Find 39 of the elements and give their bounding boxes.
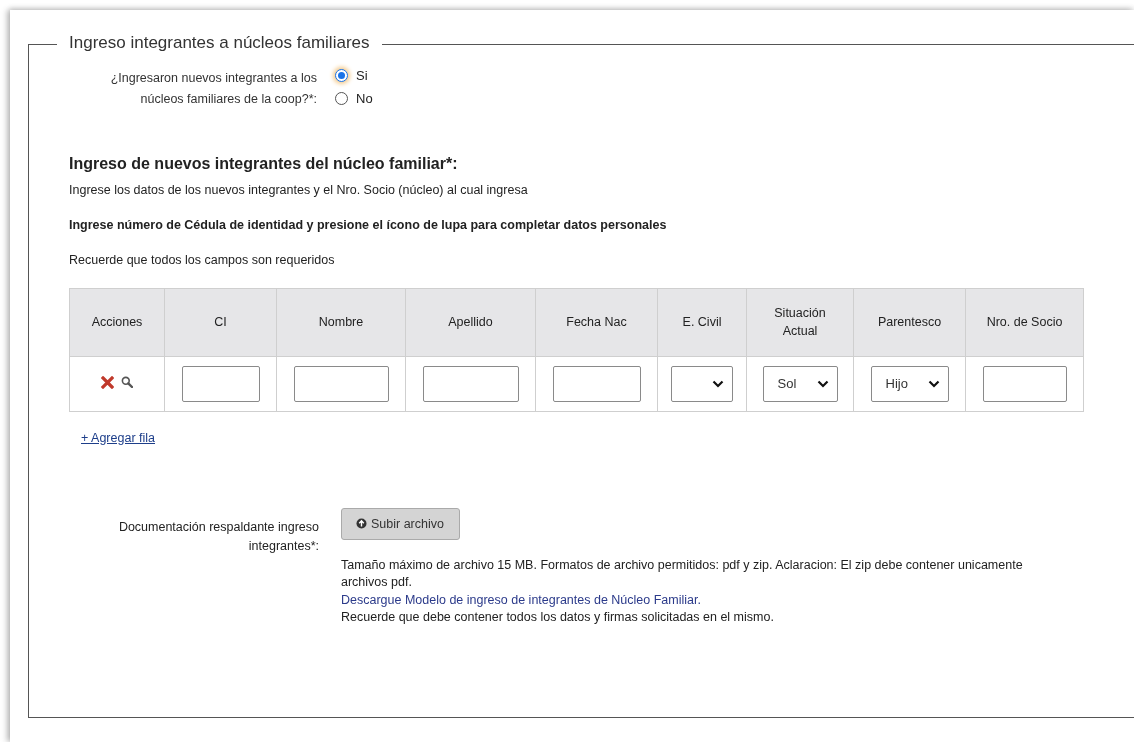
column-header: E. Civil — [657, 288, 747, 356]
column-header: Apellido — [405, 288, 536, 356]
upload-button[interactable]: Subir archivo — [341, 507, 460, 540]
upload-note: Recuerde que debe contener todos los datos y firmas solicitadas en el mismo. — [341, 609, 774, 626]
column-header: Nro. de Socio — [965, 288, 1084, 356]
text-field[interactable] — [293, 365, 389, 402]
instruction-text: Recuerde que todos los campos son requeridos — [69, 252, 336, 267]
upload-icon — [356, 518, 367, 529]
chevron-down-icon — [816, 379, 829, 388]
question-label: ¿Ingresaron nuevos integrantes a los núcleos familiares de la coop?*: — [109, 70, 317, 109]
radio-button[interactable] — [335, 92, 348, 105]
upload-help-text: Tamaño máximo de archivo 15 MB. Formatos de archivo permitidos: pdf y zip. Aclaracion: El zip debe contener unicamente archivos pdf. — [341, 556, 1024, 591]
column-header: CI — [164, 288, 277, 356]
fieldset-legend: Ingreso integrantes a núcleos familiares — [57, 33, 382, 53]
search-icon[interactable] — [121, 376, 133, 388]
dropdown[interactable]: Hijo — [870, 365, 949, 402]
column-header: Nombre — [276, 288, 406, 356]
chevron-down-icon — [712, 379, 724, 388]
radio-button[interactable] — [335, 69, 348, 82]
dropdown[interactable] — [671, 365, 733, 402]
instruction-text: Ingrese los datos de los nuevos integrantes y el Nro. Socio (núcleo) al cual ingresa — [69, 182, 529, 197]
dropdown[interactable]: Sol — [762, 365, 838, 402]
text-field[interactable] — [181, 365, 260, 402]
text-field[interactable] — [982, 365, 1067, 402]
column-header: Fecha Nac — [535, 288, 658, 356]
text-field[interactable] — [552, 365, 641, 402]
template-download-link[interactable]: Descargue Modelo de ingreso de integrantes de Núcleo Familiar. — [341, 591, 701, 609]
upload-label: Documentación respaldante ingreso integrantes*: — [117, 518, 319, 555]
section-title: Ingreso de nuevos integrantes del núcleo familiar*: — [69, 154, 459, 173]
radio-label: No — [356, 91, 373, 106]
column-header: Parentesco — [853, 288, 966, 356]
radio-label: Si — [356, 68, 368, 83]
column-header: Situación Actual — [746, 288, 854, 356]
text-field[interactable] — [422, 365, 519, 402]
instruction-text: Ingrese número de Cédula de identidad y presione el ícono de lupa para completar datos personales — [69, 217, 668, 232]
delete-icon[interactable] — [101, 375, 114, 389]
add-row-link[interactable]: + Agregar fila — [81, 430, 155, 445]
chevron-down-icon — [927, 379, 940, 388]
column-header: Acciones — [69, 288, 165, 356]
